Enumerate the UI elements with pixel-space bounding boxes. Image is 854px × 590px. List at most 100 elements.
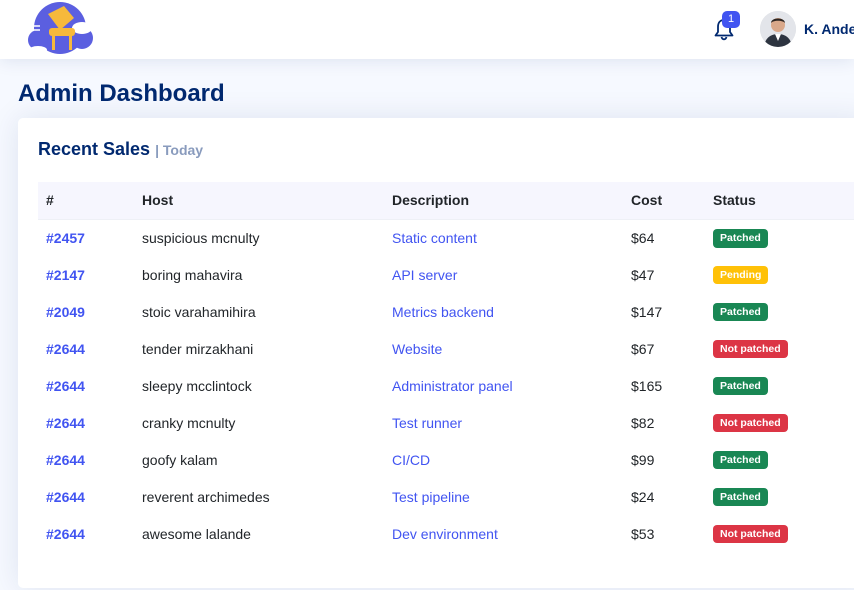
description-link[interactable]: Test runner: [392, 415, 462, 431]
recent-sales-card: Recent Sales | Today # Host Description …: [18, 118, 854, 588]
description-cell: Test pipeline: [384, 478, 623, 515]
host-cell: sleepy mcclintock: [142, 377, 252, 394]
page-title: Admin Dashboard: [18, 80, 225, 107]
status-badge: Patched: [713, 302, 768, 322]
host-cell: suspicious mcnulty: [142, 229, 260, 246]
description-link[interactable]: Website: [392, 341, 442, 357]
order-id-link[interactable]: #2457: [46, 230, 85, 246]
description-cell: Static content: [384, 219, 623, 256]
user-avatar[interactable]: [760, 11, 796, 47]
status-cell: Not patched: [705, 515, 854, 552]
cost-cell: $53: [631, 525, 655, 542]
status-badge: Patched: [713, 229, 768, 248]
column-header-host: Host: [134, 182, 384, 220]
description-cell: Metrics backend: [384, 293, 623, 330]
description-link[interactable]: Dev environment: [392, 526, 498, 542]
table-header-row: # Host Description Cost Status: [38, 182, 854, 220]
column-header-id: #: [38, 182, 134, 220]
host-cell: awesome lalande: [142, 525, 251, 542]
description-link[interactable]: Test pipeline: [392, 489, 470, 505]
row-id-cell: #2049: [38, 293, 134, 330]
cost-cell: $24: [631, 488, 655, 505]
row-id-cell: #2644: [38, 330, 134, 367]
order-id-link[interactable]: #2644: [46, 378, 85, 394]
status-badge: Pending: [713, 265, 769, 285]
cost-cell: $64: [631, 229, 655, 246]
row-id-cell: #2644: [38, 441, 134, 478]
user-name[interactable]: K. Ande: [804, 21, 854, 37]
status-cell: Patched: [705, 219, 854, 256]
table-row: #2644 reverent archimedes Test pipeline $24…: [38, 478, 854, 515]
status-badge: Not patched: [713, 524, 788, 544]
status-cell: Patched: [705, 367, 854, 404]
status-badge: Not patched: [713, 339, 788, 359]
host-cell: goofy kalam: [142, 451, 218, 468]
card-title-text: Recent Sales: [38, 139, 151, 159]
cost-cell: $147: [631, 303, 663, 320]
description-cell: Administrator panel: [384, 367, 623, 404]
top-header: 1 K. Ande: [0, 0, 854, 59]
cost-cell: $99: [631, 451, 655, 468]
column-header-cost: Cost: [623, 182, 705, 220]
description-link[interactable]: CI/CD: [392, 452, 430, 468]
order-id-link[interactable]: #2644: [46, 452, 85, 468]
description-cell: CI/CD: [384, 441, 623, 478]
description-cell: Dev environment: [384, 515, 623, 552]
status-cell: Not patched: [705, 404, 854, 441]
card-subtitle: | Today: [155, 142, 204, 158]
row-id-cell: #2644: [38, 367, 134, 404]
row-id-cell: #2644: [38, 404, 134, 441]
status-badge: Patched: [713, 487, 768, 507]
cost-cell: $67: [631, 340, 655, 357]
order-id-link[interactable]: #2644: [46, 489, 85, 505]
description-link[interactable]: API server: [392, 267, 457, 283]
status-cell: Pending: [705, 256, 854, 293]
app-logo[interactable]: [24, 0, 96, 58]
host-cell: reverent archimedes: [142, 488, 270, 505]
row-id-cell: #2457: [38, 219, 134, 256]
status-cell: Patched: [705, 293, 854, 330]
status-cell: Patched: [705, 441, 854, 478]
column-header-status: Status: [705, 182, 854, 220]
description-cell: Website: [384, 330, 623, 367]
host-cell: cranky mcnulty: [142, 414, 236, 431]
description-link[interactable]: Administrator panel: [392, 378, 513, 394]
table-row: #2049 stoic varahamihira Metrics backend $1…: [38, 293, 854, 330]
cost-cell: $165: [631, 377, 663, 394]
description-cell: API server: [384, 256, 623, 293]
table-row: #2644 tender mirzakhani Website $67 Not patc…: [38, 330, 854, 367]
order-id-link[interactable]: #2644: [46, 415, 85, 431]
status-badge: Patched: [713, 376, 768, 396]
status-badge: Patched: [713, 450, 768, 470]
description-link[interactable]: Metrics backend: [392, 304, 494, 320]
row-id-cell: #2147: [38, 256, 134, 293]
host-cell: tender mirzakhani: [142, 340, 254, 357]
host-cell: boring mahavira: [142, 266, 243, 283]
description-link[interactable]: Static content: [392, 230, 477, 246]
row-id-cell: #2644: [38, 478, 134, 515]
order-id-link[interactable]: #2644: [46, 341, 85, 357]
status-cell: Not patched: [705, 330, 854, 367]
cost-cell: $82: [631, 414, 655, 431]
status-badge: Not patched: [713, 413, 788, 433]
table-body: #2457 suspicious mcnulty Static content $64…: [38, 219, 854, 552]
table-row: #2147 boring mahavira API server $47 Pending: [38, 256, 854, 293]
cloud-logo-icon: [28, 2, 93, 54]
host-cell: stoic varahamihira: [142, 303, 256, 320]
order-id-link[interactable]: #2147: [46, 267, 85, 283]
card-title: Recent Sales | Today: [38, 139, 203, 160]
notifications-count-badge: 1: [722, 11, 740, 28]
description-cell: Test runner: [384, 404, 623, 441]
table-row: #2644 goofy kalam CI/CD $99 Patched: [38, 441, 854, 478]
table-row: #2644 cranky mcnulty Test runner $82 Not pat…: [38, 404, 854, 441]
row-id-cell: #2644: [38, 515, 134, 552]
order-id-link[interactable]: #2049: [46, 304, 85, 320]
column-header-description: Description: [384, 182, 623, 220]
recent-sales-table: # Host Description Cost Status #2457 susp…: [38, 182, 854, 552]
table-row: #2457 suspicious mcnulty Static content $64…: [38, 219, 854, 256]
order-id-link[interactable]: #2644: [46, 526, 85, 542]
table-row: #2644 sleepy mcclintock Administrator pane…: [38, 367, 854, 404]
cost-cell: $47: [631, 266, 655, 283]
table-row: #2644 awesome lalande Dev environment $53 No…: [38, 515, 854, 552]
status-cell: Patched: [705, 478, 854, 515]
